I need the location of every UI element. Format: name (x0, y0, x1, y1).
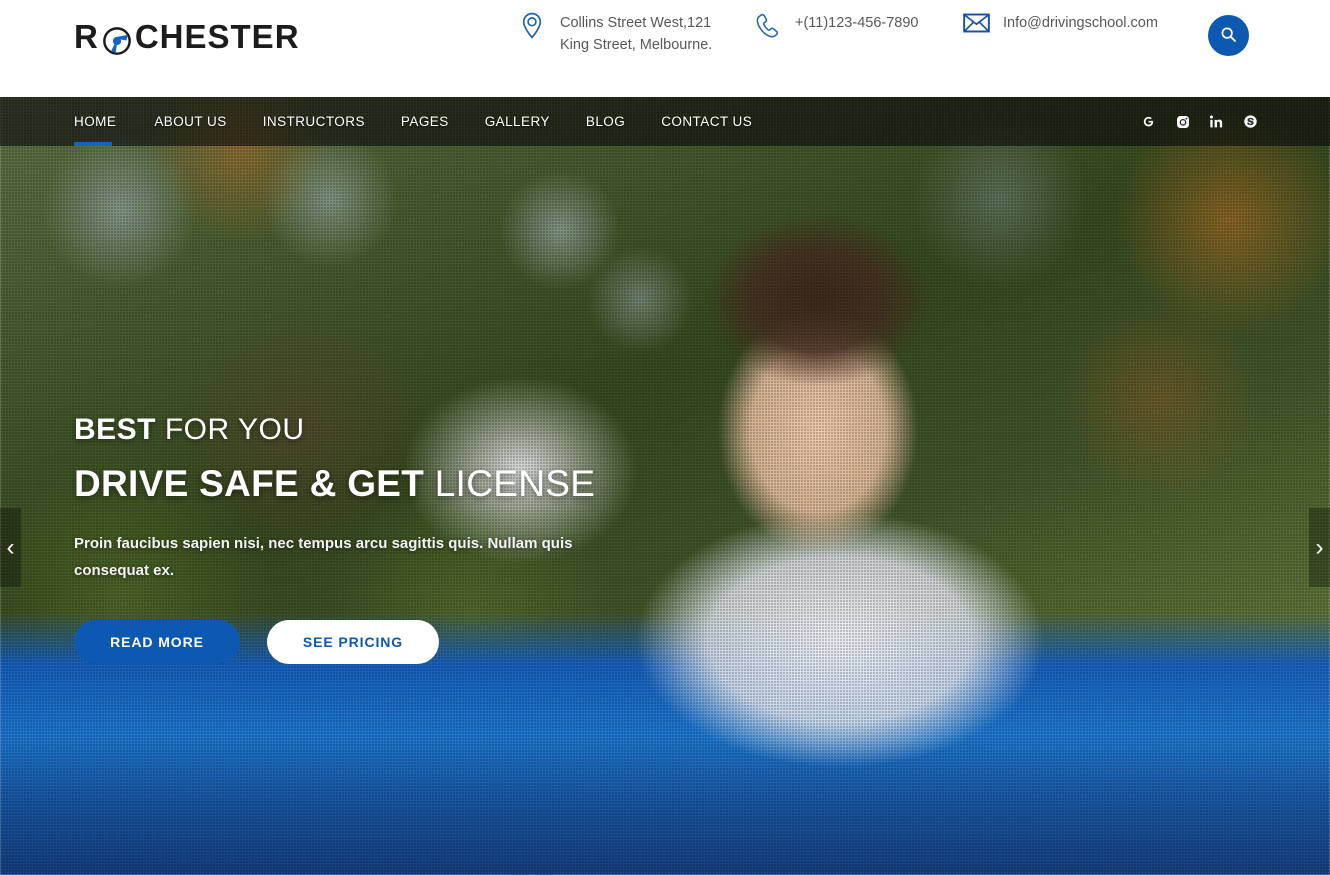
nav-label-gallery: GALLERY (484, 114, 550, 129)
brand-logo[interactable]: R CHESTER (74, 17, 300, 57)
hero-headline: DRIVE SAFE & GET LICENSE (74, 460, 694, 508)
nav-label-about-us: ABOUT US (154, 114, 227, 129)
email-address: Info@drivingschool.com (1003, 15, 1158, 31)
nav-item-blog[interactable]: BLOG (568, 97, 643, 146)
nav-label-home: HOME (74, 114, 117, 129)
nav-label-contact-us: CONTACT US (661, 114, 753, 129)
nav-menu: HOME ABOUT US INSTRUCTORS PAGES GALLERY … (74, 97, 770, 146)
linkedin-icon[interactable] (1209, 114, 1224, 129)
hero-kicker-light: FOR YOU (164, 413, 305, 446)
hero-content: BEST FOR YOU DRIVE SAFE & GET LICENSE Pr… (74, 410, 694, 664)
slider-prev-arrow[interactable]: ‹ (0, 508, 21, 587)
nav-item-home[interactable]: HOME (74, 97, 136, 146)
hero-cta-row: READ MORE SEE PRICING (74, 620, 694, 664)
google-plus-icon[interactable] (1141, 114, 1156, 129)
header-contact-address: Collins Street West,121 King Street, Mel… (520, 12, 712, 56)
nav-item-instructors[interactable]: INSTRUCTORS (245, 97, 383, 146)
nav-label-pages: PAGES (400, 114, 449, 129)
main-navigation: HOME ABOUT US INSTRUCTORS PAGES GALLERY … (0, 97, 1330, 146)
social-links (1141, 97, 1258, 146)
nav-item-gallery[interactable]: GALLERY (467, 97, 568, 146)
nav-label-instructors: INSTRUCTORS (262, 114, 365, 129)
hero-headline-bold: DRIVE SAFE & GET (74, 463, 425, 504)
address-line-1: Collins Street West,121 (560, 15, 712, 31)
steering-wheel-icon (102, 25, 132, 55)
header-contact-email: Info@drivingschool.com (963, 12, 1158, 40)
see-pricing-button[interactable]: SEE PRICING (267, 620, 439, 664)
search-button[interactable] (1208, 15, 1249, 56)
nav-item-contact-us[interactable]: CONTACT US (643, 97, 770, 146)
nav-item-about-us[interactable]: ABOUT US (136, 97, 244, 146)
hero-kicker-bold: BEST (74, 413, 157, 446)
skype-icon[interactable] (1243, 114, 1258, 129)
header-contact-phone: +(11)123-456-7890 (755, 12, 918, 40)
envelope-icon (963, 12, 990, 40)
read-more-button[interactable]: READ MORE (74, 620, 240, 664)
address-line-2: King Street, Melbourne. (560, 37, 713, 53)
nav-item-pages[interactable]: PAGES (383, 97, 467, 146)
slider-next-arrow[interactable]: › (1309, 508, 1330, 587)
top-header: R CHESTER Collins Street West,121 King S… (0, 0, 1330, 97)
hero-description: Proin faucibus sapien nisi, nec tempus a… (74, 535, 573, 579)
search-icon (1220, 26, 1237, 46)
logo-text-prefix: R (74, 18, 99, 55)
logo-text-suffix: CHESTER (134, 18, 300, 55)
map-pin-icon (520, 12, 546, 40)
phone-number: +(11)123-456-7890 (795, 15, 919, 31)
hero-headline-light: LICENSE (434, 463, 596, 504)
phone-icon (755, 12, 781, 40)
hero-kicker: BEST FOR YOU (74, 410, 694, 450)
instagram-icon[interactable] (1175, 114, 1190, 129)
nav-label-blog: BLOG (585, 114, 626, 129)
